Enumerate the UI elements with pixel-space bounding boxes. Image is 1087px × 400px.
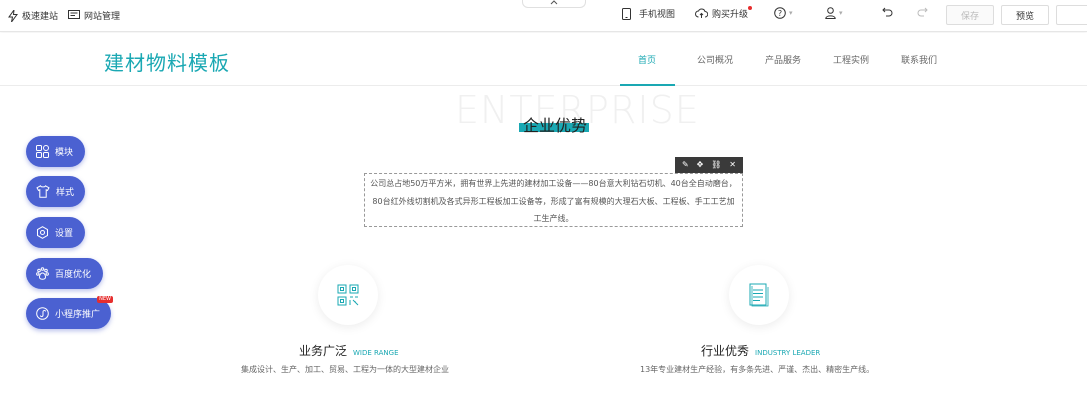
help-menu[interactable]: ? ▾ xyxy=(774,7,793,19)
buy-upgrade-label: 购买升级 xyxy=(712,10,749,20)
feature-icon-circle xyxy=(729,265,789,325)
mobile-view-button[interactable]: 手机视图 xyxy=(622,7,675,20)
feature-title-text: 行业优秀 xyxy=(701,344,750,358)
site-manage-label: 网站管理 xyxy=(84,12,121,22)
buy-upgrade-button[interactable]: 购买升级 xyxy=(695,7,748,20)
side-menu-label: 样式 xyxy=(56,188,75,198)
redo-icon xyxy=(917,7,928,17)
chevron-down-icon: ▾ xyxy=(839,9,843,17)
paw-icon xyxy=(36,267,49,280)
nav-contact[interactable]: 联系我们 xyxy=(901,53,937,66)
shirt-icon xyxy=(36,185,50,198)
help-icon: ? xyxy=(774,7,786,19)
side-menu-baidu-seo[interactable]: 百度优化 xyxy=(26,258,103,289)
qrcode-icon xyxy=(337,284,359,306)
chevron-down-icon: ▾ xyxy=(789,9,793,17)
collapse-toolbar-button[interactable] xyxy=(522,0,586,8)
section-title[interactable]: 企业优势 xyxy=(523,112,587,136)
feature-title: 行业优秀 INDUSTRY LEADER xyxy=(701,342,820,359)
site-logo[interactable]: 建材物料模板 xyxy=(104,47,230,76)
site-header: 建材物料模板 首页 公司概况 产品服务 工程实例 联系我们 xyxy=(0,33,1087,86)
grid-icon xyxy=(36,145,49,158)
quick-build-label: 极速建站 xyxy=(22,12,59,22)
side-menu-label: 设置 xyxy=(55,229,74,239)
nav-projects[interactable]: 工程实例 xyxy=(833,53,869,66)
intro-text-block[interactable]: 公司总占地50万平方米，拥有世界上先进的建材加工设备——80台意大利钻石切机、4… xyxy=(364,173,743,227)
nav-about[interactable]: 公司概况 xyxy=(697,53,733,66)
intro-line: 工生产线。 xyxy=(533,214,574,223)
move-icon[interactable]: ✥ xyxy=(697,157,704,173)
intro-line: 80台红外线切割机及各式异形工程板加工设备等，形成了富有规模的大理石大板、工程板… xyxy=(372,196,735,206)
monitor-icon xyxy=(68,10,81,19)
feature-description: 13年专业建材生产经验，有多条先进、严谨、杰出、精密生产线。 xyxy=(640,365,875,374)
feature-title: 业务广泛 WIDE RANGE xyxy=(299,342,399,359)
gear-icon xyxy=(37,226,48,239)
cloud-upload-icon xyxy=(695,8,708,18)
user-icon xyxy=(825,7,836,19)
side-menu-label: 模块 xyxy=(55,148,74,158)
close-icon[interactable]: ✕ xyxy=(729,157,736,173)
element-edit-toolbar: ✎ ✥ ⛓ ✕ xyxy=(675,157,743,173)
nav-products[interactable]: 产品服务 xyxy=(765,53,801,66)
upgrade-notification-dot xyxy=(748,6,752,10)
nav-home[interactable]: 首页 xyxy=(638,53,656,66)
feature-description: 集成设计、生产、加工、贸易、工程为一体的大型建材企业 xyxy=(241,365,449,374)
mini-program-icon xyxy=(36,307,49,320)
link-icon[interactable]: ⛓ xyxy=(711,157,721,173)
document-icon xyxy=(749,283,769,307)
side-menu-mini-program[interactable]: 小程序推广 NEW xyxy=(26,296,113,329)
lightning-icon xyxy=(8,9,18,22)
side-menu-styles[interactable]: 样式 xyxy=(26,176,85,207)
preview-button[interactable]: 预览 xyxy=(1001,5,1049,25)
undo-icon xyxy=(882,7,893,17)
side-menu-modules[interactable]: 模块 xyxy=(26,136,85,167)
save-button[interactable]: 保存 xyxy=(946,5,994,25)
mobile-icon xyxy=(622,7,631,20)
side-menu-settings[interactable]: 设置 xyxy=(26,217,85,248)
side-menu-label: 小程序推广 xyxy=(55,310,101,320)
editor-toolbar: 极速建站 网站管理 手机视图 购买升级 ? ▾ ▾ 保存 预览 xyxy=(0,0,1087,32)
redo-button[interactable] xyxy=(917,7,928,17)
user-menu[interactable]: ▾ xyxy=(825,7,843,19)
feature-subtitle: INDUSTRY LEADER xyxy=(755,349,821,357)
feature-icon-circle xyxy=(318,265,378,325)
svg-text:?: ? xyxy=(778,9,782,18)
quick-build-button[interactable]: 极速建站 xyxy=(8,9,58,22)
undo-button[interactable] xyxy=(882,7,893,17)
mobile-view-label: 手机视图 xyxy=(639,10,676,20)
new-badge: NEW xyxy=(97,296,113,303)
edit-pencil-icon[interactable]: ✎ xyxy=(682,157,689,173)
feature-subtitle: WIDE RANGE xyxy=(353,349,399,357)
chevron-up-icon xyxy=(550,0,558,5)
publish-button[interactable] xyxy=(1056,5,1087,25)
feature-title-text: 业务广泛 xyxy=(299,344,348,358)
nav-active-underline xyxy=(620,84,675,86)
site-manage-button[interactable]: 网站管理 xyxy=(68,9,120,22)
side-menu-label: 百度优化 xyxy=(55,270,92,280)
intro-line: 公司总占地50万平方米，拥有世界上先进的建材加工设备——80台意大利钻石切机、4… xyxy=(370,179,737,188)
